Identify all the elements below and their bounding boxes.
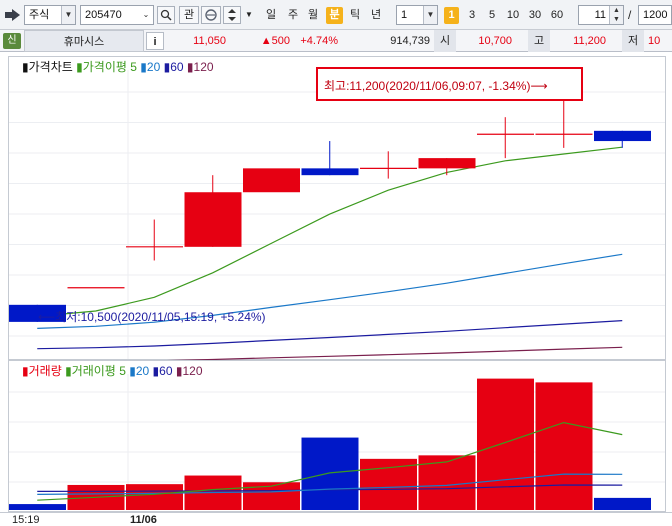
period-week[interactable]: 주 [285,7,301,24]
volume-bar [360,458,417,510]
volume-legend-ma-label: 거래이평 [71,364,116,378]
price-change: ▲500 [260,35,290,47]
interval-select[interactable]: 1 ▼ [396,5,438,25]
price-legend-ma120: 120 [193,60,214,74]
volume-legend-ma5: 5 [119,364,126,378]
chevron-down-icon[interactable]: ⌄ [139,6,153,24]
open-label: 시 [434,30,456,52]
price-legend-ma-label: 가격이평 [82,60,127,74]
preset-10[interactable]: 10 [504,7,522,24]
slash-separator: / [628,8,632,22]
volume-legend: ▮거래량 ▮거래이평 5 ▮20 ▮60 ▮120 [22,364,203,378]
high-value: 11,200 [573,35,606,47]
interval-value: 1 [401,9,408,21]
volume-bar [9,504,66,510]
price-change-pct: +4.74% [300,35,338,47]
volume-legend-ma120: 120 [182,364,203,378]
volume-bar [126,484,183,510]
candle-body [243,168,300,193]
stepper-arrows-icon[interactable]: ▲ ▼ [609,6,623,24]
x-axis: 15:19 11/06 [0,512,672,526]
period-month[interactable]: 월 [305,7,321,24]
toolbar: 주식 ▼ 205470 ⌄ 관 ▼ 일 주 월 분 틱 년 1 ▼ 1 3 5 … [0,0,672,30]
count-value: 11 [594,9,606,21]
chevron-down-icon[interactable]: ▼ [61,6,75,24]
preset-5[interactable]: 5 [485,7,499,24]
period-year[interactable]: 년 [368,7,384,24]
total-count-input[interactable]: 1200 [638,5,672,25]
stock-info-bar: 신 휴마시스 i 11,050 ▲500 +4.74% 914,739 시 10… [0,30,672,52]
candle-body [418,158,476,169]
volume-legend-ma20: 20 [135,364,150,378]
candle-body [594,130,651,142]
info-button[interactable]: i [146,32,164,50]
chevron-down-icon[interactable]: ▼ [423,6,437,24]
volume-legend-ma60: 60 [159,364,173,378]
ma120-line [166,346,623,360]
count-stepper[interactable]: 11 ▲ ▼ [578,5,624,25]
preset-30[interactable]: 30 [526,7,544,24]
price-legend-ma20: 20 [146,60,161,74]
search-icon [160,9,172,21]
price-legend-title: 가격차트 [28,60,73,74]
high-label: 고 [528,30,550,52]
credit-badge: 신 [3,33,21,49]
x-tick-label: 11/06 [130,514,157,526]
candle-body [184,192,242,247]
updown-arrows-icon [228,9,236,21]
volume-chart[interactable] [0,360,672,512]
dropdown-button[interactable]: ▼ [243,6,255,24]
price-legend-ma60: 60 [170,60,184,74]
period-day[interactable]: 일 [263,7,279,24]
current-price: 11,050 [193,35,226,47]
low-value: 10 [648,35,661,47]
favorite-label: 관 [183,9,195,21]
volume-bar [301,437,359,510]
updown-button[interactable] [223,6,241,24]
period-minute[interactable]: 분 [326,7,343,24]
market-select[interactable]: 주식 ▼ [24,5,76,25]
stock-name[interactable]: 휴마시스 [24,30,144,52]
stock-code-input[interactable]: 205470 ⌄ [80,5,154,25]
volume-bar [477,378,534,510]
volume-bar [594,497,651,510]
price-legend-ma5: 5 [130,60,137,74]
period-tick[interactable]: 틱 [347,7,363,24]
low-label: 저 [622,30,644,52]
volume-value: 914,739 [390,35,430,47]
preset-3[interactable]: 3 [465,7,479,24]
preset-60[interactable]: 60 [548,7,566,24]
volume-bars [9,378,651,510]
open-value: 10,700 [478,35,512,47]
sync-button[interactable] [201,6,221,24]
chevron-down-icon: ▼ [245,10,253,19]
import-icon[interactable] [4,8,22,22]
volume-legend-title: 거래량 [28,364,62,378]
search-button[interactable] [157,6,175,24]
preset-1[interactable]: 1 [444,7,459,24]
x-tick-label: 15:19 [12,514,40,526]
volume-bar [535,382,593,510]
stock-code-value: 205470 [85,9,122,21]
market-select-value: 주식 [29,9,50,21]
candle-body [301,168,359,176]
sync-icon [205,9,217,21]
high-price-annotation-text: 최고:11,200(2020/11/06,09:07, -1.34%)⟶ [324,79,548,93]
total-count-value: 1200 [643,9,668,21]
low-price-annotation: ⟵최저:10,500(2020/11/05,15:19, +5.24%) [38,310,266,324]
favorite-button[interactable]: 관 [179,6,199,24]
price-legend: ▮가격차트 ▮가격이평 5 ▮20 ▮60 ▮120 [22,60,214,74]
